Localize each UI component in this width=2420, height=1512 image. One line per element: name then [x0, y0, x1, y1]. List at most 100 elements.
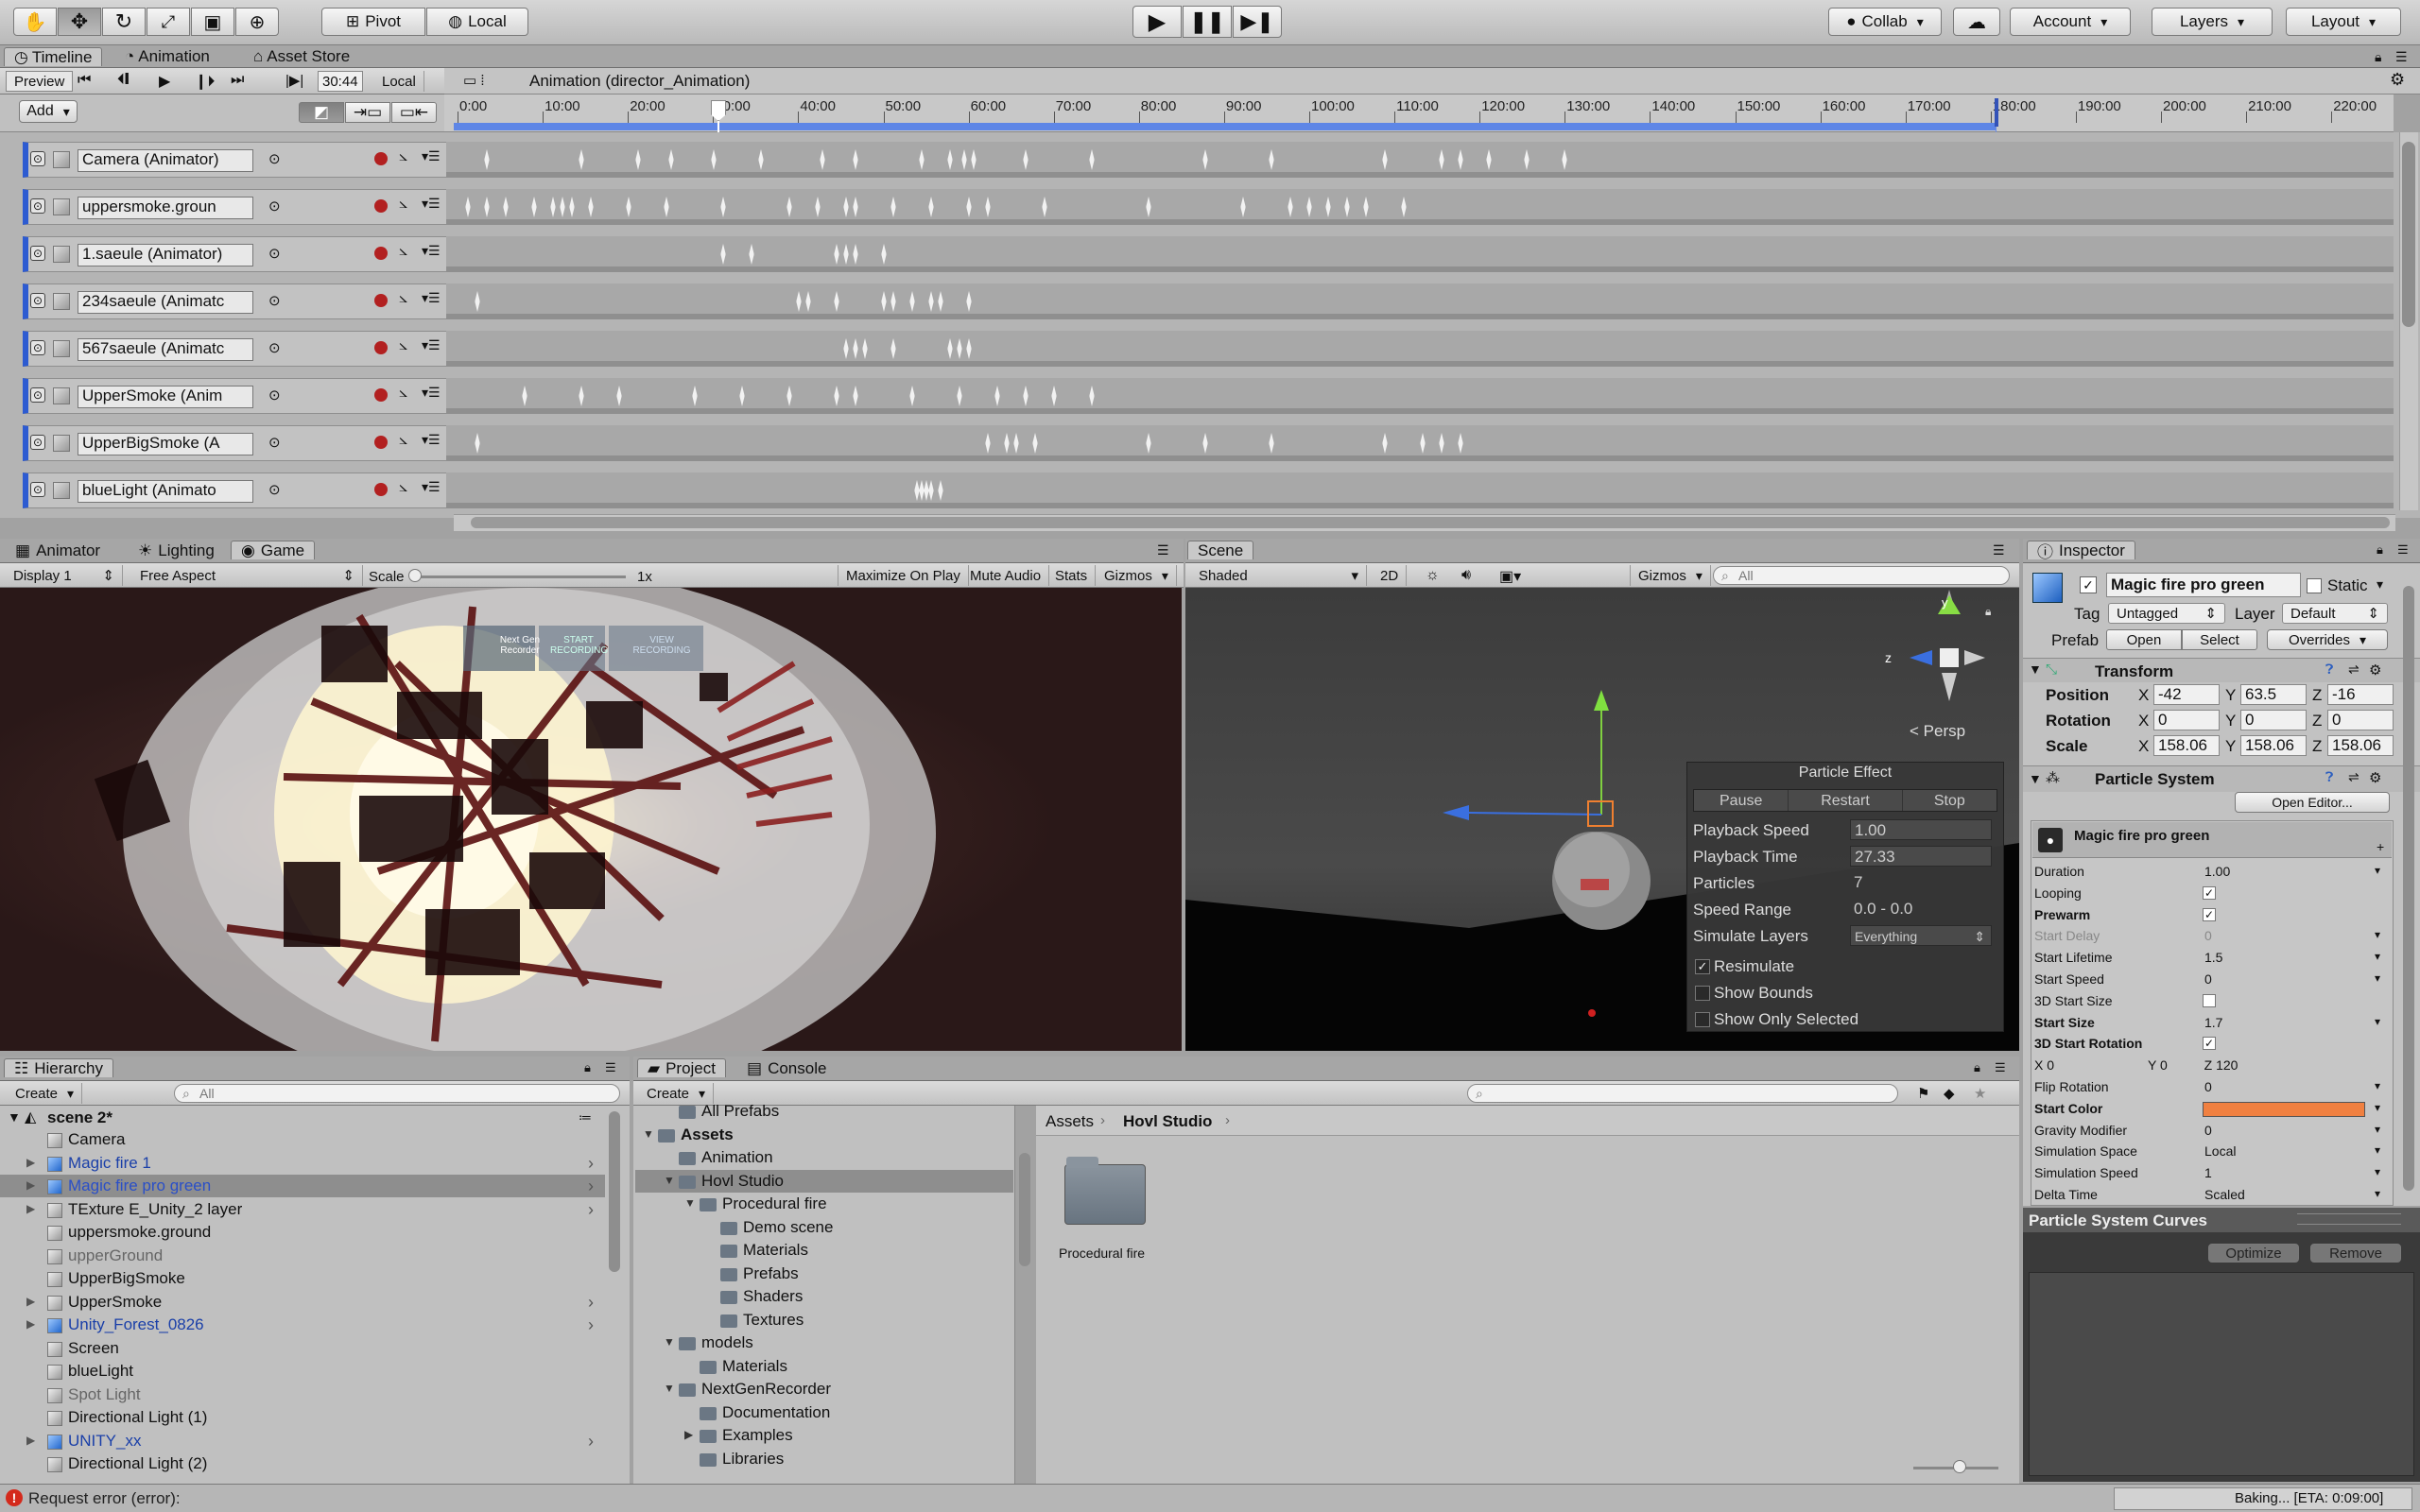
- play-timeline-icon[interactable]: ▶: [159, 72, 170, 91]
- prefab-select-button[interactable]: Select: [2182, 629, 2257, 650]
- particle-system-header[interactable]: [2023, 765, 2420, 792]
- project-search-input[interactable]: ⌕: [1467, 1084, 1898, 1103]
- game-panel-menu-icon[interactable]: ☰: [1157, 542, 1169, 558]
- track-header[interactable]: ⊙ 1.saeule (Animator) ⊙ ⦣ ▾☰: [23, 236, 448, 272]
- transform-gear-icon[interactable]: ⚙: [2369, 662, 2381, 679]
- particle-row-field[interactable]: 1.00: [1850, 819, 1992, 840]
- chevron-right-icon[interactable]: ›: [588, 1154, 594, 1174]
- panel-menu-icon[interactable]: ☰: [2395, 49, 2408, 65]
- game-view[interactable]: Next Gen Recorder START RECORDING VIEW R…: [0, 588, 1182, 1051]
- keyframe[interactable]: [1146, 433, 1151, 454]
- object-picker-icon[interactable]: ⊙: [268, 150, 281, 167]
- record-icon[interactable]: [374, 388, 388, 402]
- keyframe[interactable]: [985, 197, 991, 217]
- ps-help-icon[interactable]: ❓︎: [2325, 769, 2333, 785]
- keyframe[interactable]: [961, 149, 967, 170]
- layout-dropdown[interactable]: Layout: [2286, 8, 2401, 36]
- keyframe[interactable]: [957, 338, 962, 359]
- ps-prop-field[interactable]: Local: [2203, 1143, 2378, 1160]
- keyframe[interactable]: [531, 197, 537, 217]
- scale-slider-track[interactable]: [412, 576, 626, 578]
- cloud-button[interactable]: ☁: [1953, 8, 2000, 36]
- timeline-track[interactable]: ⊙ uppersmoke.groun ⊙ ⦣ ▾☰: [0, 181, 2394, 227]
- record-icon[interactable]: [374, 199, 388, 213]
- keyframe[interactable]: [569, 197, 575, 217]
- tab-console[interactable]: ▤ Console: [737, 1059, 836, 1078]
- clip-edit-mode[interactable]: ◩: [299, 102, 344, 123]
- chevron-down-icon[interactable]: ▾: [2375, 1079, 2380, 1092]
- record-icon[interactable]: [374, 247, 388, 260]
- project-tree-item[interactable]: NextGenRecorder: [701, 1380, 831, 1399]
- timeline-track[interactable]: ⊙ Camera (Animator) ⊙ ⦣ ▾☰: [0, 134, 2394, 180]
- particle-checkbox[interactable]: [1695, 986, 1710, 1001]
- tab-animation[interactable]: ◔ Animation: [115, 47, 219, 66]
- chevron-right-icon[interactable]: ›: [588, 1200, 594, 1220]
- scene-panel-menu-icon[interactable]: ☰: [1993, 542, 2005, 558]
- keyframe[interactable]: [971, 149, 977, 170]
- keyframe[interactable]: [579, 149, 584, 170]
- status-error-text[interactable]: Request error (error):: [28, 1489, 181, 1508]
- y-axis-label[interactable]: Y: [2225, 686, 2236, 705]
- breadcrumb-assets[interactable]: Assets: [1046, 1112, 1094, 1131]
- keyframe[interactable]: [881, 244, 887, 265]
- ps-prop-field[interactable]: [2203, 993, 2216, 1007]
- ps-prop-field[interactable]: 1: [2203, 1165, 2378, 1182]
- project-tree-item[interactable]: Shaders: [743, 1287, 803, 1306]
- ps-prop-field[interactable]: Scaled: [2203, 1187, 2378, 1204]
- inspector-lock-icon[interactable]: 🔒︎: [2377, 542, 2383, 558]
- z-axis-label[interactable]: Z: [2312, 712, 2322, 730]
- curves-icon[interactable]: ⦣: [399, 148, 407, 165]
- track-header[interactable]: ⊙ UpperBigSmoke (A ⊙ ⦣ ▾☰: [23, 425, 448, 461]
- keyframe[interactable]: [635, 149, 641, 170]
- keyframe[interactable]: [1458, 433, 1463, 454]
- transform-preset-icon[interactable]: ⇌: [2348, 662, 2360, 678]
- transform-tool-button[interactable]: ⊕: [235, 8, 279, 36]
- curves-icon[interactable]: ⦣: [399, 337, 407, 354]
- record-icon[interactable]: [374, 436, 388, 449]
- tree-expand-arrow-icon[interactable]: ▼: [664, 1174, 675, 1187]
- particle-checkbox[interactable]: ✓: [1695, 959, 1710, 974]
- tree-expand-arrow-icon[interactable]: ▶: [684, 1428, 693, 1441]
- project-tree-item[interactable]: models: [701, 1333, 753, 1352]
- keyframe[interactable]: [890, 197, 896, 217]
- record-icon[interactable]: [374, 152, 388, 165]
- tree-expand-arrow-icon[interactable]: ▼: [684, 1196, 696, 1210]
- scene-menu-icon[interactable]: ≔: [579, 1109, 592, 1125]
- scene-gizmos-dropdown[interactable]: Gizmos: [1630, 565, 1711, 586]
- project-tree-item[interactable]: Documentation: [722, 1403, 830, 1422]
- object-picker-icon[interactable]: ⊙: [268, 387, 281, 404]
- expand-arrow-icon[interactable]: ▶: [26, 1317, 35, 1331]
- next-frame-icon[interactable]: ❙⏵: [195, 72, 215, 91]
- track-lane[interactable]: [446, 284, 2394, 319]
- object-picker-icon[interactable]: ⊙: [268, 198, 281, 215]
- keyframe[interactable]: [928, 291, 934, 312]
- filter-type-icon[interactable]: ⚑: [1917, 1085, 1929, 1102]
- keyframe[interactable]: [1269, 433, 1274, 454]
- keyframe[interactable]: [966, 338, 972, 359]
- track-lane[interactable]: [446, 331, 2394, 367]
- keyframe[interactable]: [1023, 386, 1028, 406]
- curves-icon[interactable]: ⦣: [399, 290, 407, 307]
- hierarchy-menu-icon[interactable]: ☰: [605, 1060, 616, 1075]
- ps-gear-icon[interactable]: ⚙: [2369, 769, 2381, 786]
- position-z-field[interactable]: -16: [2327, 684, 2394, 705]
- keyframe[interactable]: [1486, 149, 1492, 170]
- track-binding-field[interactable]: Camera (Animator): [78, 149, 253, 172]
- chevron-down-icon[interactable]: ▾: [2375, 950, 2380, 963]
- play-range-icon[interactable]: |▶|: [285, 72, 303, 89]
- scale-x-field[interactable]: 158.06: [2153, 735, 2220, 756]
- keyframe[interactable]: [1240, 197, 1246, 217]
- keyframe[interactable]: [668, 149, 674, 170]
- keyframe[interactable]: [919, 480, 925, 501]
- project-tree-item[interactable]: Libraries: [722, 1450, 784, 1469]
- step-button[interactable]: ▶❚: [1233, 6, 1282, 38]
- scene-audio-icon[interactable]: 🔊︎: [1461, 567, 1471, 584]
- curves-area[interactable]: [2029, 1272, 2414, 1476]
- pause-effect-button[interactable]: Pause: [1694, 790, 1789, 811]
- chevron-down-icon[interactable]: ▾: [2375, 971, 2380, 985]
- keyframe[interactable]: [1562, 149, 1567, 170]
- keyframe[interactable]: [924, 480, 929, 501]
- chevron-down-icon[interactable]: ▾: [2375, 1123, 2380, 1136]
- keyframe[interactable]: [692, 386, 698, 406]
- ps-prop-field[interactable]: ✓: [2203, 885, 2216, 900]
